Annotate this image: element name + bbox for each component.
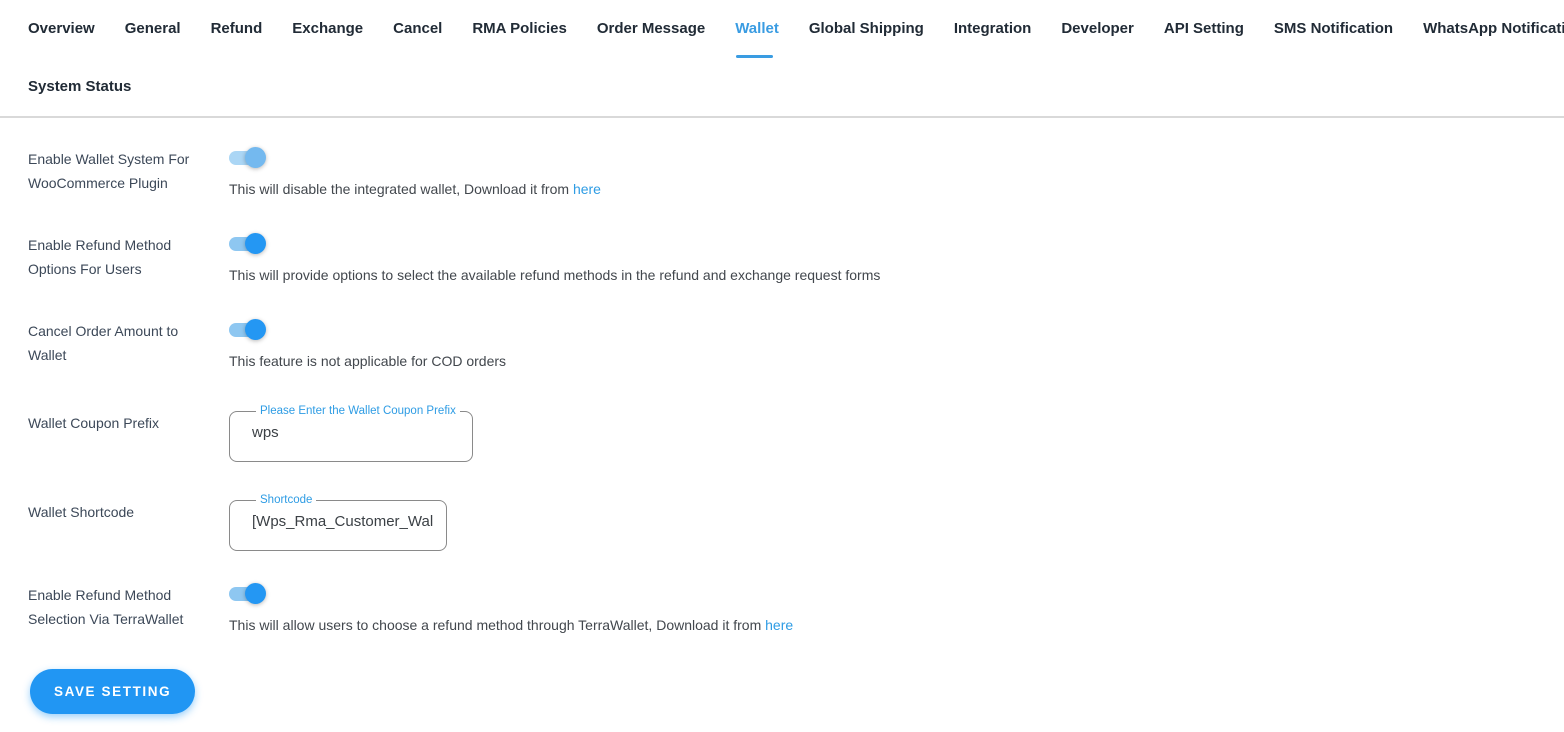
toggle-thumb	[245, 319, 266, 340]
wallet-shortcode-input[interactable]	[252, 507, 434, 530]
setting-row-enable-wallet-system: Enable Wallet System For WooCommerce Plu…	[28, 147, 1536, 201]
tab-general[interactable]: General	[125, 0, 181, 58]
save-setting-button[interactable]: SAVE SETTING	[30, 669, 196, 714]
setting-label: Wallet Shortcode	[28, 504, 135, 520]
save-row: SAVE SETTING	[28, 669, 1536, 714]
wallet-settings-panel: Enable Wallet System For WooCommerce Plu…	[0, 118, 1564, 714]
setting-control: Please Enter the Wallet Coupon Prefix	[229, 405, 1536, 462]
setting-control: This will provide options to select the …	[229, 233, 1536, 287]
tab-developer[interactable]: Developer	[1061, 0, 1134, 58]
setting-control: Shortcode	[229, 494, 1536, 551]
refund-method-options-toggle[interactable]	[229, 233, 267, 255]
toggle-thumb	[245, 233, 266, 254]
tab-api-setting[interactable]: API Setting	[1164, 0, 1244, 58]
enable-wallet-system-toggle[interactable]	[229, 147, 267, 169]
toggle-thumb	[245, 147, 266, 168]
setting-control: This will allow users to choose a refund…	[229, 583, 1536, 637]
setting-label: Enable Refund Method Selection Via Terra…	[28, 587, 184, 627]
tab-refund[interactable]: Refund	[211, 0, 263, 58]
setting-row-wallet-shortcode: Wallet Shortcode Shortcode	[28, 494, 1536, 551]
setting-label: Cancel Order Amount to Wallet	[28, 323, 179, 363]
setting-label: Enable Refund Method Options For Users	[28, 237, 172, 277]
download-terrawallet-link[interactable]: here	[765, 617, 793, 633]
description-text: This will allow users to choose a refund…	[229, 617, 762, 633]
setting-label: Enable Wallet System For WooCommerce Plu…	[28, 151, 190, 191]
tab-overview[interactable]: Overview	[28, 0, 95, 58]
tab-exchange[interactable]: Exchange	[292, 0, 363, 58]
toggle-thumb	[245, 583, 266, 604]
tab-row-1: Overview General Refund Exchange Cancel …	[28, 0, 1564, 58]
setting-description: This will disable the integrated wallet,…	[229, 177, 1536, 201]
description-text: This will provide options to select the …	[229, 267, 881, 283]
tab-global-shipping[interactable]: Global Shipping	[809, 0, 924, 58]
wallet-shortcode-field: Shortcode	[229, 494, 447, 551]
field-floating-label: Please Enter the Wallet Coupon Prefix	[260, 405, 456, 417]
tab-row-2: System Status	[28, 58, 1536, 116]
setting-row-wallet-coupon-prefix: Wallet Coupon Prefix Please Enter the Wa…	[28, 405, 1536, 462]
wallet-coupon-prefix-field: Please Enter the Wallet Coupon Prefix	[229, 405, 473, 462]
cancel-order-amount-toggle[interactable]	[229, 319, 267, 341]
tab-sms-notification[interactable]: SMS Notification	[1274, 0, 1393, 58]
setting-row-terrawallet-selection: Enable Refund Method Selection Via Terra…	[28, 583, 1536, 637]
setting-description: This feature is not applicable for COD o…	[229, 349, 1536, 373]
setting-row-refund-method-options: Enable Refund Method Options For Users T…	[28, 233, 1536, 287]
setting-control: This feature is not applicable for COD o…	[229, 319, 1536, 373]
tab-wallet[interactable]: Wallet	[735, 0, 779, 58]
settings-tab-bar: Overview General Refund Exchange Cancel …	[0, 0, 1564, 118]
tab-cancel[interactable]: Cancel	[393, 0, 442, 58]
setting-label: Wallet Coupon Prefix	[28, 415, 159, 431]
tab-order-message[interactable]: Order Message	[597, 0, 705, 58]
setting-description: This will allow users to choose a refund…	[229, 613, 1536, 637]
description-text: This will disable the integrated wallet,…	[229, 181, 570, 197]
wallet-coupon-prefix-input[interactable]	[252, 418, 460, 441]
setting-description: This will provide options to select the …	[229, 263, 1536, 287]
tab-system-status[interactable]: System Status	[28, 58, 131, 116]
terrawallet-selection-toggle[interactable]	[229, 583, 267, 605]
tab-integration[interactable]: Integration	[954, 0, 1032, 58]
description-text: This feature is not applicable for COD o…	[229, 353, 507, 369]
download-wallet-link[interactable]: here	[573, 181, 601, 197]
setting-control: This will disable the integrated wallet,…	[229, 147, 1536, 201]
tab-whatsapp-notification[interactable]: WhatsApp Notification	[1423, 0, 1564, 58]
tab-rma-policies[interactable]: RMA Policies	[472, 0, 566, 58]
setting-row-cancel-order-amount: Cancel Order Amount to Wallet This featu…	[28, 319, 1536, 373]
field-floating-label: Shortcode	[260, 494, 313, 506]
